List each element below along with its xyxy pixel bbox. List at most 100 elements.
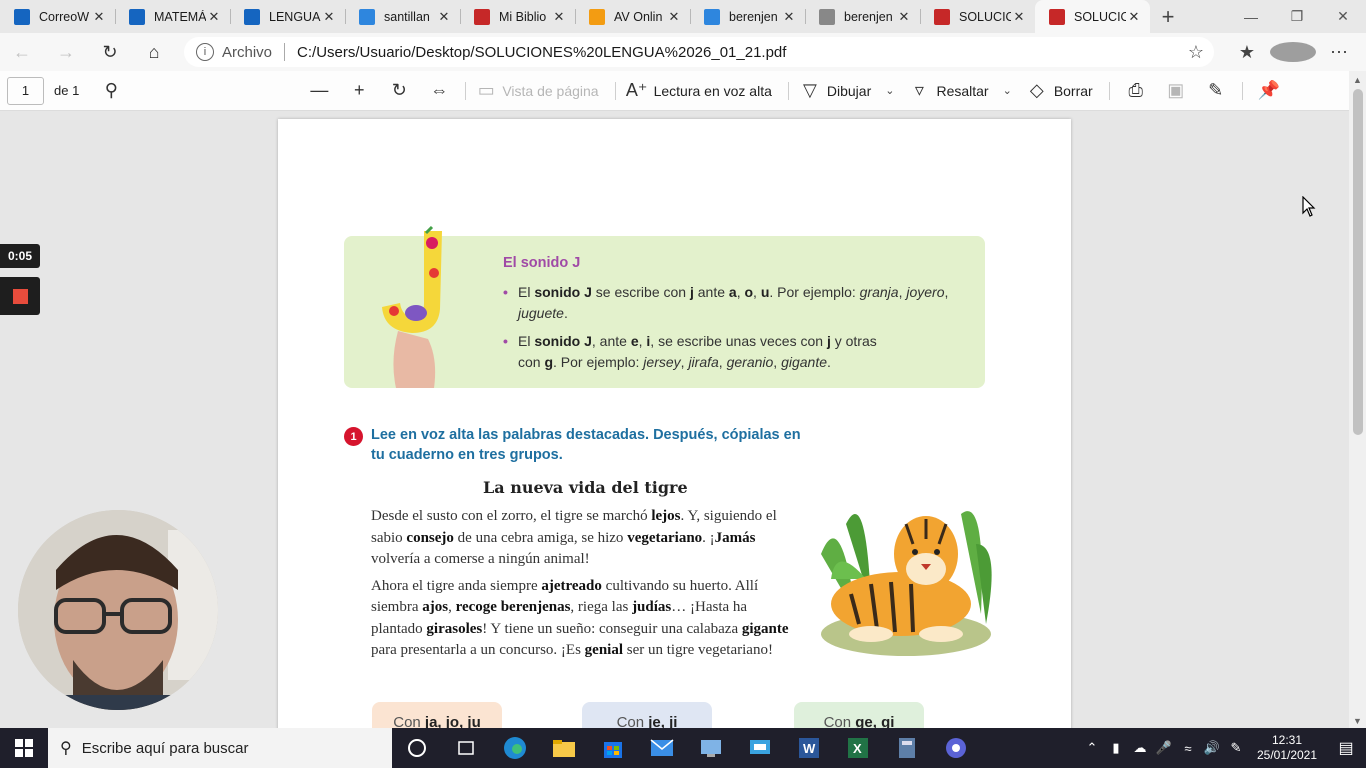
new-tab-button[interactable]: + [1150, 0, 1186, 33]
vertical-scrollbar[interactable]: ▲ ▼ [1349, 71, 1366, 728]
browser-tab[interactable]: LENGUA ✕ [230, 0, 345, 33]
scroll-up-icon[interactable]: ▲ [1349, 75, 1366, 85]
read-aloud-icon[interactable]: A⁺ [622, 71, 652, 111]
edge-icon[interactable] [490, 728, 539, 768]
fit-page-icon[interactable]: ⇔ [419, 71, 459, 111]
chevron-down-icon[interactable]: ⌄ [1003, 84, 1012, 97]
browser-tab[interactable]: AV Onlin ✕ [575, 0, 690, 33]
eraser-icon[interactable]: ◇ [1022, 71, 1052, 111]
browser-tab[interactable]: Mi Biblio ✕ [460, 0, 575, 33]
close-tab-icon[interactable]: ✕ [436, 9, 452, 25]
erase-button[interactable]: Borrar [1054, 83, 1093, 99]
browser-tab[interactable]: SOLUCIO ✕ [1035, 0, 1150, 33]
wifi-icon[interactable]: ≈ [1176, 741, 1200, 756]
webcam-overlay [18, 510, 218, 710]
close-tab-icon[interactable]: ✕ [896, 9, 912, 25]
microphone-icon[interactable]: 🎤 [1152, 740, 1176, 756]
page-number-input[interactable]: 1 [7, 76, 44, 105]
windows-start-icon[interactable] [0, 728, 48, 768]
browser-tab[interactable]: MATEMÁ ✕ [115, 0, 230, 33]
clock[interactable]: 12:31 25/01/2021 [1248, 733, 1326, 763]
more-icon[interactable]: ⋯ [1316, 42, 1362, 63]
scrollbar-thumb[interactable] [1353, 89, 1363, 435]
notifications-icon[interactable]: ▤ [1326, 738, 1366, 758]
word-icon[interactable]: W [784, 728, 833, 768]
cloud-icon[interactable]: ☁ [1128, 740, 1152, 756]
add-favorite-icon[interactable]: ☆ [1188, 42, 1204, 63]
page-view-icon[interactable]: ▭ [472, 71, 500, 111]
store-icon[interactable] [588, 728, 637, 768]
toolbar-divider [787, 81, 789, 100]
mail-app-icon[interactable] [637, 728, 686, 768]
rule-box: El sonido J El sonido J se escribe con j… [344, 225, 985, 388]
url-separator [284, 43, 286, 61]
read-aloud-button[interactable]: Lectura en voz alta [654, 83, 772, 99]
scroll-down-icon[interactable]: ▼ [1349, 716, 1366, 726]
taskbar-search[interactable]: ⚲ Escribe aquí para buscar [48, 728, 392, 768]
favorites-icon[interactable]: ★ [1224, 42, 1270, 63]
home-icon[interactable]: ⌂ [132, 33, 176, 71]
window-controls: — ❐ ✕ [1228, 0, 1366, 33]
refresh-icon[interactable]: ↻ [88, 33, 132, 71]
tab-label: berenjen [729, 9, 778, 24]
close-tab-icon[interactable]: ✕ [1126, 9, 1142, 25]
close-tab-icon[interactable]: ✕ [1011, 9, 1027, 25]
zoom-in-icon[interactable]: + [339, 71, 379, 111]
task-view-icon[interactable] [441, 728, 490, 768]
back-icon[interactable]: ← [0, 33, 44, 71]
browser-tab[interactable]: CorreoW ✕ [0, 0, 115, 33]
restore-icon[interactable]: ❐ [1274, 0, 1320, 33]
close-tab-icon[interactable]: ✕ [551, 9, 567, 25]
save-icon[interactable]: ▣ [1156, 71, 1196, 111]
draw-button[interactable]: Dibujar [827, 83, 871, 99]
story-title: La nueva vida del tigre [483, 478, 688, 497]
system-tray: ⌃ ▮ ☁ 🎤 ≈ 🔊 ✎ 12:31 25/01/2021 ▤ [1080, 728, 1366, 768]
search-icon[interactable]: ⚲ [91, 71, 131, 111]
zoom-out-icon[interactable]: — [299, 71, 339, 111]
excel-icon[interactable]: X [833, 728, 882, 768]
close-tab-icon[interactable]: ✕ [91, 9, 107, 25]
close-tab-icon[interactable]: ✕ [666, 9, 682, 25]
rotate-icon[interactable]: ↻ [379, 71, 419, 111]
volume-icon[interactable]: 🔊 [1200, 740, 1224, 756]
browser-tab[interactable]: santillan ✕ [345, 0, 460, 33]
pdf-icon [1049, 8, 1065, 25]
minimize-icon[interactable]: — [1228, 0, 1274, 33]
pen-icon[interactable]: ✎ [1224, 740, 1248, 756]
app-icon[interactable] [686, 728, 735, 768]
exercise-instruction: Lee en voz alta las palabras destacadas.… [371, 427, 801, 463]
page-view-button[interactable]: Vista de página [502, 83, 598, 99]
close-icon[interactable]: ✕ [1320, 0, 1366, 33]
info-icon[interactable]: i [196, 43, 214, 61]
settings-app-icon[interactable] [931, 728, 980, 768]
address-bar: ← → ↻ ⌂ i Archivo C:/Users/Usuario/Deskt… [0, 33, 1366, 71]
chevron-down-icon[interactable]: ⌄ [885, 84, 894, 97]
page-total: de 1 [54, 83, 80, 98]
url-field[interactable]: i Archivo C:/Users/Usuario/Desktop/SOLUC… [184, 37, 1214, 67]
highlight-icon[interactable]: ▿ [904, 71, 934, 111]
chevron-up-icon[interactable]: ⌃ [1080, 740, 1104, 756]
battery-icon[interactable]: ▮ [1104, 740, 1128, 756]
close-tab-icon[interactable]: ✕ [321, 9, 337, 25]
print-icon[interactable]: ⎙ [1116, 71, 1156, 111]
book-icon [129, 8, 145, 25]
highlight-button[interactable]: Resaltar [936, 83, 988, 99]
draw-icon[interactable]: ▽ [795, 71, 825, 111]
stop-recording-button[interactable] [0, 277, 40, 315]
close-tab-icon[interactable]: ✕ [781, 9, 797, 25]
calculator-icon[interactable] [882, 728, 931, 768]
profile-icon[interactable] [1270, 42, 1316, 63]
browser-tab[interactable]: berenjen ✕ [805, 0, 920, 33]
forward-icon[interactable]: → [44, 33, 88, 71]
browser-tab[interactable]: SOLUCIO ✕ [920, 0, 1035, 33]
search-placeholder: Escribe aquí para buscar [81, 739, 249, 757]
pin-icon[interactable]: 📌 [1249, 71, 1289, 111]
letter-j-illustration [382, 225, 442, 388]
save-as-icon[interactable]: ✎ [1196, 71, 1236, 111]
file-explorer-icon[interactable] [539, 728, 588, 768]
url-text[interactable]: C:/Users/Usuario/Desktop/SOLUCIONES%20LE… [297, 44, 1188, 61]
browser-tab[interactable]: berenjen ✕ [690, 0, 805, 33]
close-tab-icon[interactable]: ✕ [206, 9, 222, 25]
cortana-icon[interactable] [392, 728, 441, 768]
remote-desktop-icon[interactable] [735, 728, 784, 768]
